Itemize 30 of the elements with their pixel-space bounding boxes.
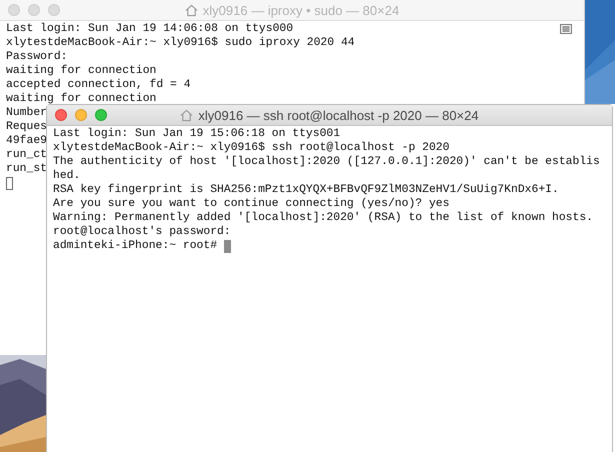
terminal-line: accepted connection, fd = 4 — [6, 78, 191, 92]
terminal-line: xlytestdeMacBook-Air:~ xly0916$ ssh root@localhost -p 2020 — [53, 141, 450, 155]
terminal-line: run_st — [6, 162, 48, 176]
terminal-line: hed. — [53, 169, 80, 183]
terminal-line: Are you sure you want to continue connecting (yes/no)? yes — [53, 197, 450, 211]
house-icon — [180, 108, 194, 122]
window-title: xly0916 — ssh root@localhost -p 2020 — 80×24 — [198, 108, 479, 122]
minimize-button[interactable] — [75, 109, 87, 121]
minimize-button[interactable] — [28, 4, 40, 16]
terminal-line: run_ct — [6, 148, 48, 162]
zoom-button[interactable] — [95, 109, 107, 121]
terminal-line: Reques — [6, 120, 48, 134]
terminal-line: RSA key fingerprint is SHA256:mPzt1xQYQX+BFBvQF9ZlM03NZeHV1/SuUig7KnDx6+I. — [53, 183, 559, 197]
terminal-line: xlytestdeMacBook-Air:~ xly0916$ sudo iproxy 2020 44 — [6, 36, 355, 50]
terminal-line: waiting for connection — [6, 64, 156, 78]
terminal-line: Last login: Sun Jan 19 14:06:08 on ttys000 — [6, 22, 294, 36]
terminal-line: Warning: Permanently added '[localhost]:2020' (RSA) to the list of known hosts. — [53, 211, 594, 225]
house-icon — [184, 4, 198, 16]
terminal-line: The authenticity of host '[localhost]:2020 ([127.0.0.1]:2020)' can't be establis — [53, 155, 600, 169]
close-button[interactable] — [55, 109, 67, 121]
terminal-line: waiting for connection — [6, 92, 156, 106]
scroll-marker-icon[interactable] — [560, 24, 572, 34]
zoom-button[interactable] — [48, 4, 60, 16]
window-title: xly0916 — iproxy • sudo — 80×24 — [202, 2, 400, 18]
terminal-line: 49fae9 — [6, 134, 48, 148]
terminal-line: Password: — [6, 50, 68, 64]
terminal-line: root@localhost's password: — [53, 225, 231, 239]
terminal-line: Number — [6, 106, 48, 120]
terminal-line: Last login: Sun Jan 19 15:06:18 on ttys001 — [53, 127, 340, 141]
terminal-line: adminteki-iPhone:~ root# — [53, 239, 218, 253]
